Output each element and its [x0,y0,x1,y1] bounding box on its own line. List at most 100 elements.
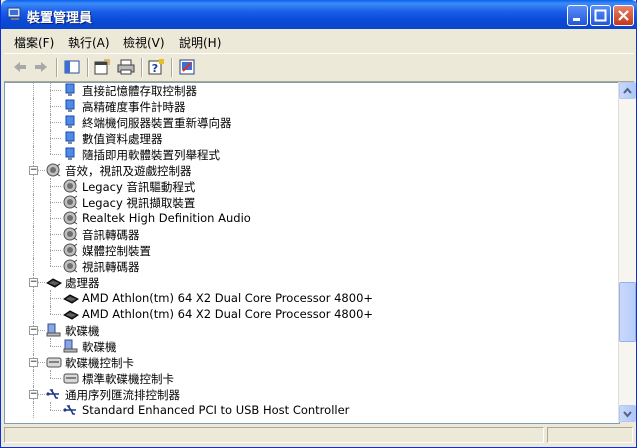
scroll-thumb[interactable] [619,282,636,342]
menu-action[interactable]: 執行(A) [68,34,110,51]
tree-device[interactable]: 直接記憶體存取控制器 [5,83,619,98]
tree-device[interactable]: 高精確度事件計時器 [5,98,619,114]
sound-icon [46,163,61,177]
tree-connector [50,210,51,226]
floppy-controller-icon [63,373,79,384]
tree-connector [50,226,51,242]
tree-device[interactable]: Legacy 視訊擷取裝置 [5,194,619,210]
window-title: 裝置管理員 [27,11,93,26]
tree-device[interactable]: 視訊轉碼器 [5,258,619,274]
tree-device[interactable]: 軟碟機 [5,338,619,354]
tree-category[interactable]: − 音效，視訊及遊戲控制器 [5,162,619,178]
tree-device[interactable]: 終端機伺服器裝置重新導向器 [5,114,619,130]
tree-category[interactable]: − 處理器 [5,274,619,290]
collapse-icon[interactable]: − [29,326,38,335]
tree-connector [50,258,51,266]
tree-connector [38,330,45,331]
tree-connector [50,90,61,91]
menu-view[interactable]: 檢視(V) [123,34,165,51]
arrow-up-icon [623,87,632,94]
tree-device[interactable]: 數值資料處理器 [5,130,619,146]
tree-item-label: 音訊轉碼器 [82,228,140,242]
properties-icon[interactable] [92,58,112,76]
menu-file[interactable]: 檔案(F) [14,34,54,51]
tree-connector [33,226,34,242]
collapse-icon[interactable]: − [29,278,38,287]
tree-item-label: 媒體控制裝置 [82,244,151,258]
toolbar: ? [4,53,634,82]
tree-item-label: 直接記憶體存取控制器 [82,84,197,98]
tree-device[interactable]: 媒體控制裝置 [5,242,619,258]
tree-connector [50,202,61,203]
system-device-icon [65,99,75,112]
tree-connector [33,210,34,226]
forward-icon[interactable] [31,58,51,76]
tree-connector [50,370,51,378]
arrow-down-icon [623,411,632,418]
menu-help[interactable]: 說明(H) [179,34,221,51]
tree-item-label: 終端機伺服器裝置重新導向器 [82,116,232,130]
tree-connector [50,298,61,299]
floppy-drive-icon [46,323,61,337]
tree-connector [50,130,51,146]
tree-device[interactable]: Realtek High Definition Audio [5,210,619,226]
system-device-icon [65,83,75,96]
tree-category[interactable]: − 軟碟機 [5,322,619,338]
scroll-up-button[interactable] [619,82,636,99]
help-icon[interactable]: ? [146,58,166,76]
scroll-down-button[interactable] [619,405,636,422]
usb-icon [63,405,76,415]
collapse-icon[interactable]: − [29,358,38,367]
device-tree[interactable]: 直接記憶體存取控制器 高精確度事件計時器終端機伺服器裝置重新導向器 數值資料處理器隨… [4,82,620,424]
tree-device[interactable]: AMD Athlon(tm) 64 X2 Dual Core Processor… [5,290,619,306]
status-cell-secondary [547,427,633,443]
tree-device[interactable]: Legacy 音訊驅動程式 [5,178,619,194]
tree-device[interactable]: Standard Enhanced PCI to USB Host Contro… [5,402,619,418]
tree-connector [33,83,34,98]
show-hide-tree-icon[interactable] [62,58,82,76]
collapse-icon[interactable]: − [29,166,38,175]
minimize-button[interactable] [567,5,588,26]
tree-item-label: AMD Athlon(tm) 64 X2 Dual Core Processor… [82,307,374,321]
tree-item-label: 數值資料處理器 [82,132,163,146]
tree-item-label: Legacy 音訊驅動程式 [82,180,196,194]
print-icon[interactable] [116,58,136,76]
tree-category[interactable]: − 軟碟機控制卡 [5,354,619,370]
tree-connector [50,234,61,235]
tree-connector [50,194,51,210]
tree-connector [50,186,61,187]
tree-connector [38,394,45,395]
tree-item-label: 隨插即用軟體裝置列舉程式 [82,148,220,162]
sound-icon [63,243,78,257]
tree-item-label: AMD Athlon(tm) 64 X2 Dual Core Processor… [82,291,374,305]
tree-connector [50,122,61,123]
system-device-icon [65,131,75,144]
tree-connector [33,402,34,418]
tree-item-label: 處理器 [65,276,100,290]
tree-connector [38,170,45,171]
vertical-scrollbar[interactable] [618,82,636,422]
tree-device[interactable]: 隨插即用軟體裝置列舉程式 [5,146,619,162]
tree-connector [38,282,45,283]
computer-icon [7,7,21,20]
tree-item-label: 視訊轉碼器 [82,260,140,274]
tree-device[interactable]: 音訊轉碼器 [5,226,619,242]
tree-item-label: 通用序列匯流排控制器 [65,388,180,402]
tree-device[interactable]: AMD Athlon(tm) 64 X2 Dual Core Processor… [5,306,619,322]
tree-item-label: 軟碟機 [82,340,117,354]
collapse-icon[interactable]: − [29,390,38,399]
maximize-button[interactable] [590,5,611,26]
tree-device[interactable]: 標準軟碟機控制卡 [5,370,619,386]
close-button[interactable] [613,5,634,26]
tree-item-label: 音效，視訊及遊戲控制器 [65,164,192,178]
floppy-drive-icon [63,339,78,353]
tree-connector [50,314,61,315]
tree-category[interactable]: − 通用序列匯流排控制器 [5,386,619,402]
tree-connector [50,290,51,306]
tree-connector [33,290,34,306]
back-icon[interactable] [10,58,30,76]
scan-hardware-icon[interactable] [177,58,197,76]
tree-connector [50,410,61,411]
system-device-icon [65,147,75,160]
title-bar[interactable]: 裝置管理員 [1,0,637,29]
